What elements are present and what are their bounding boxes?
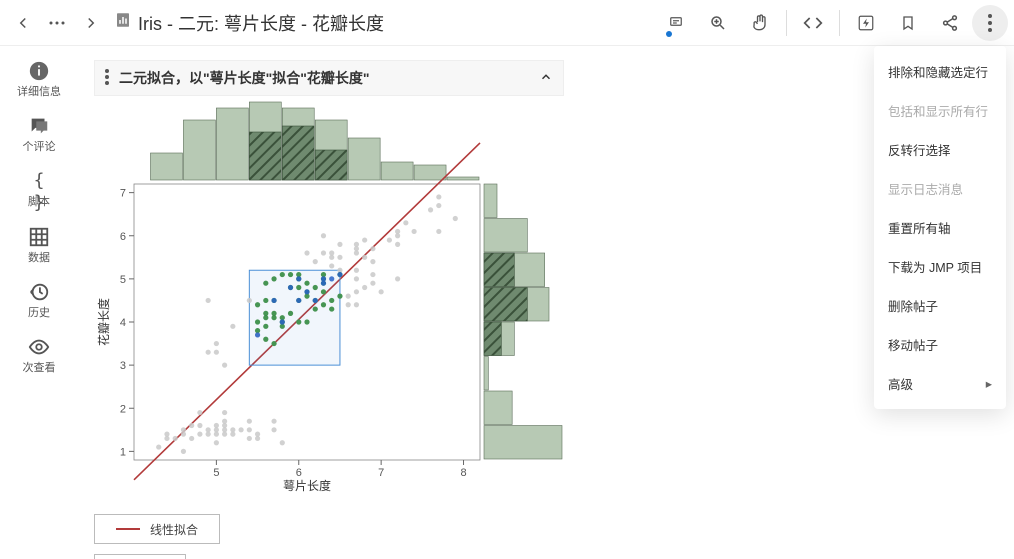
svg-text:7: 7	[378, 467, 384, 479]
bivariate-chart[interactable]: 5 6 7 8 1 2 3 4 5 6 7 萼片长度 花瓣长度	[94, 96, 564, 496]
fit-dropdown[interactable]: 线性拟合	[94, 554, 186, 559]
svg-text:8: 8	[460, 467, 466, 479]
rail-comments[interactable]: 个评论	[10, 109, 68, 160]
menu-invert-selection[interactable]: 反转行选择	[874, 130, 1006, 169]
rail-info-label: 详细信息	[17, 86, 61, 99]
toolbar-separator	[786, 10, 787, 36]
more-menu-button[interactable]	[972, 5, 1008, 41]
forward-button[interactable]	[74, 6, 108, 40]
top-toolbar: Iris - 二元: 萼片长度 - 花瓣长度	[0, 0, 1014, 46]
share-tool[interactable]	[930, 3, 970, 43]
context-menu: 排除和隐藏选定行 包括和显示所有行 反转行选择 显示日志消息 重置所有轴 下载为…	[874, 46, 1006, 409]
rail-comments-label: 个评论	[23, 141, 56, 154]
panel-header[interactable]: 二元拟合，以"萼片长度"拟合"花瓣长度"	[94, 60, 564, 96]
rail-scripts[interactable]: { } 脚本	[10, 164, 68, 215]
flash-tool[interactable]	[846, 3, 886, 43]
chevron-up-icon[interactable]	[539, 70, 553, 87]
rail-views[interactable]: 次查看	[10, 330, 68, 381]
rail-views-label: 次查看	[23, 362, 56, 375]
menu-exclude-rows[interactable]: 排除和隐藏选定行	[874, 52, 1006, 91]
rail-data-label: 数据	[28, 252, 50, 265]
legend-label: 线性拟合	[150, 521, 198, 538]
panel-heading-text: 二元拟合，以"萼片长度"拟合"花瓣长度"	[119, 68, 370, 88]
menu-advanced[interactable]: 高级▸	[874, 364, 1006, 403]
svg-text:6: 6	[120, 231, 126, 243]
toolbar-separator	[839, 10, 840, 36]
menu-reset-axes[interactable]: 重置所有轴	[874, 208, 1006, 247]
code-tool[interactable]	[793, 3, 833, 43]
bookmark-tool[interactable]	[888, 3, 928, 43]
back-button[interactable]	[6, 6, 40, 40]
svg-text:4: 4	[120, 317, 126, 329]
annotate-tool[interactable]	[656, 3, 696, 43]
rail-scripts-label: 脚本	[28, 196, 50, 209]
left-rail: 详细信息 个评论 { } 脚本 数据 历史 次查看	[0, 46, 78, 559]
menu-delete-post[interactable]: 删除帖子	[874, 286, 1006, 325]
overflow-history-button[interactable]	[40, 6, 74, 40]
svg-text:2: 2	[120, 403, 126, 415]
zoom-tool[interactable]	[698, 3, 738, 43]
document-icon	[114, 11, 132, 34]
menu-show-log: 显示日志消息	[874, 169, 1006, 208]
menu-download-jmp[interactable]: 下载为 JMP 项目	[874, 247, 1006, 286]
svg-text:6: 6	[296, 467, 302, 479]
fit-legend[interactable]: 线性拟合	[94, 514, 220, 544]
svg-text:萼片长度: 萼片长度	[283, 478, 331, 493]
chevron-right-icon: ▸	[986, 376, 992, 391]
rail-history-label: 历史	[28, 307, 50, 320]
svg-text:5: 5	[120, 274, 126, 286]
rail-info[interactable]: 详细信息	[10, 54, 68, 105]
rail-history[interactable]: 历史	[10, 275, 68, 326]
menu-move-post[interactable]: 移动帖子	[874, 325, 1006, 364]
doc-title-text: Iris - 二元: 萼片长度 - 花瓣长度	[138, 10, 384, 36]
scatter-plot-svg[interactable]: 5 6 7 8 1 2 3 4 5 6 7 萼片长度 花瓣长度	[94, 96, 564, 496]
svg-text:5: 5	[213, 467, 219, 479]
svg-text:花瓣长度: 花瓣长度	[96, 298, 111, 346]
menu-include-rows: 包括和显示所有行	[874, 91, 1006, 130]
svg-text:3: 3	[120, 360, 126, 372]
pan-tool[interactable]	[740, 3, 780, 43]
legend-line-swatch	[116, 528, 140, 530]
doc-title: Iris - 二元: 萼片长度 - 花瓣长度	[114, 10, 384, 36]
svg-text:1: 1	[120, 446, 126, 458]
panel-menu-icon[interactable]	[105, 69, 109, 88]
rail-data[interactable]: 数据	[10, 220, 68, 271]
svg-text:7: 7	[120, 188, 126, 200]
